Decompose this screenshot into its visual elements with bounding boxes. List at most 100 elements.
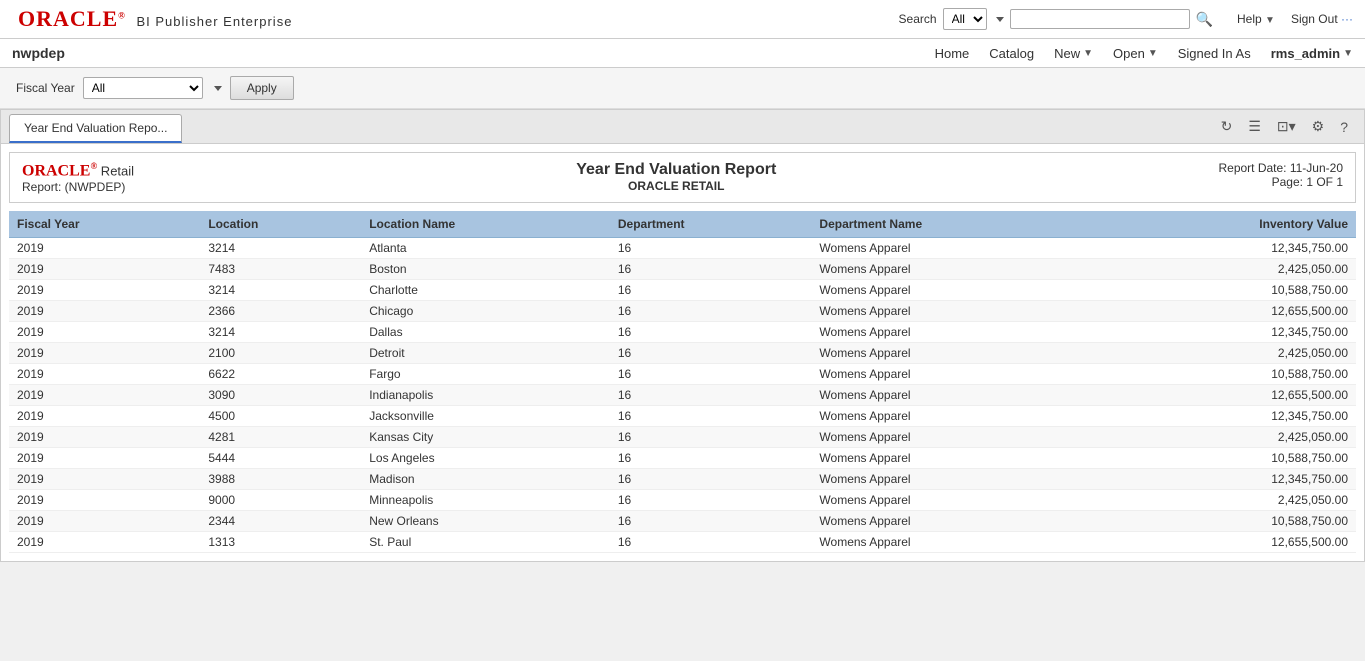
search-area: Search All 🔍 xyxy=(899,8,1213,30)
cell-fiscal-year: 2019 xyxy=(9,385,200,406)
help-link[interactable]: Help ▼ xyxy=(1237,12,1275,26)
table-row: 2019 6622 Fargo 16 Womens Apparel 10,588… xyxy=(9,364,1356,385)
table-body: 2019 3214 Atlanta 16 Womens Apparel 12,3… xyxy=(9,238,1356,553)
cell-department-name: Womens Apparel xyxy=(811,280,1100,301)
refresh-button[interactable]: ↻ xyxy=(1217,116,1237,137)
catalog-link[interactable]: Catalog xyxy=(989,46,1034,61)
col-fiscal-year: Fiscal Year xyxy=(9,211,200,238)
cell-inventory-value: 12,655,500.00 xyxy=(1101,385,1356,406)
table-header: Fiscal Year Location Location Name Depar… xyxy=(9,211,1356,238)
table-row: 2019 2344 New Orleans 16 Womens Apparel … xyxy=(9,511,1356,532)
cell-department: 16 xyxy=(610,448,812,469)
cell-inventory-value: 2,425,050.00 xyxy=(1101,490,1356,511)
filter-bar: Fiscal Year All 2019 2020 Apply xyxy=(0,68,1365,109)
cell-department-name: Womens Apparel xyxy=(811,238,1100,259)
cell-location: 3988 xyxy=(200,469,361,490)
tab-actions: ↻ ☰ ⊡▾ ⚙ ? xyxy=(1213,112,1356,141)
report-header-top: ORACLE® Retail Report: (NWPDEP) Year End… xyxy=(22,161,1343,194)
username-label: rms_admin xyxy=(1271,46,1340,61)
cell-location: 3214 xyxy=(200,280,361,301)
cell-location: 3090 xyxy=(200,385,361,406)
cell-location-name: Minneapolis xyxy=(361,490,610,511)
table-row: 2019 3214 Charlotte 16 Womens Apparel 10… xyxy=(9,280,1356,301)
cell-department-name: Womens Apparel xyxy=(811,427,1100,448)
cell-department: 16 xyxy=(610,238,812,259)
cell-location: 2344 xyxy=(200,511,361,532)
cell-department-name: Womens Apparel xyxy=(811,385,1100,406)
cell-fiscal-year: 2019 xyxy=(9,238,200,259)
cell-location-name: Jacksonville xyxy=(361,406,610,427)
cell-fiscal-year: 2019 xyxy=(9,322,200,343)
cell-department: 16 xyxy=(610,364,812,385)
report-page: Page: 1 OF 1 xyxy=(1218,175,1343,189)
table-row: 2019 3214 Dallas 16 Womens Apparel 12,34… xyxy=(9,322,1356,343)
cell-department: 16 xyxy=(610,406,812,427)
signed-in-label: Signed In As xyxy=(1178,46,1251,61)
search-scope-select[interactable]: All xyxy=(943,8,987,30)
cell-inventory-value: 10,588,750.00 xyxy=(1101,280,1356,301)
fiscal-year-dropdown-arrow xyxy=(211,81,222,95)
cell-location-name: Fargo xyxy=(361,364,610,385)
search-input[interactable] xyxy=(1010,9,1190,29)
cell-department-name: Womens Apparel xyxy=(811,448,1100,469)
open-dropdown[interactable]: Open ▼ xyxy=(1113,46,1158,61)
cell-inventory-value: 12,345,750.00 xyxy=(1101,469,1356,490)
tab-bar: Year End Valuation Repo... ↻ ☰ ⊡▾ ⚙ ? xyxy=(1,110,1364,144)
col-department: Department xyxy=(610,211,812,238)
cell-inventory-value: 2,425,050.00 xyxy=(1101,427,1356,448)
new-chevron-icon: ▼ xyxy=(1083,48,1093,59)
cell-department: 16 xyxy=(610,385,812,406)
cell-department-name: Womens Apparel xyxy=(811,511,1100,532)
user-dropdown[interactable]: rms_admin ▼ xyxy=(1271,46,1353,61)
fiscal-year-select[interactable]: All 2019 2020 xyxy=(83,77,203,99)
signout-link[interactable]: Sign Out ··· xyxy=(1291,12,1353,26)
cell-fiscal-year: 2019 xyxy=(9,532,200,553)
list-view-button[interactable]: ☰ xyxy=(1244,116,1265,137)
report-header: ORACLE® Retail Report: (NWPDEP) Year End… xyxy=(9,152,1356,203)
col-department-name: Department Name xyxy=(811,211,1100,238)
cell-department-name: Womens Apparel xyxy=(811,301,1100,322)
cell-department: 16 xyxy=(610,511,812,532)
user-chevron-icon: ▼ xyxy=(1343,48,1353,59)
search-button[interactable]: 🔍 xyxy=(1196,11,1213,28)
cell-location-name: Chicago xyxy=(361,301,610,322)
cell-department: 16 xyxy=(610,532,812,553)
cell-department: 16 xyxy=(610,343,812,364)
report-oracle-branding: ORACLE® Retail Report: (NWPDEP) xyxy=(22,161,134,194)
cell-inventory-value: 10,588,750.00 xyxy=(1101,364,1356,385)
report-subtitle: ORACLE RETAIL xyxy=(134,179,1218,193)
cell-fiscal-year: 2019 xyxy=(9,448,200,469)
cell-department: 16 xyxy=(610,259,812,280)
new-dropdown[interactable]: New ▼ xyxy=(1054,46,1093,61)
cell-department: 16 xyxy=(610,490,812,511)
cell-location: 9000 xyxy=(200,490,361,511)
cell-department-name: Womens Apparel xyxy=(811,406,1100,427)
table-row: 2019 9000 Minneapolis 16 Womens Apparel … xyxy=(9,490,1356,511)
table-row: 2019 5444 Los Angeles 16 Womens Apparel … xyxy=(9,448,1356,469)
top-navigation: ORACLE® BI Publisher Enterprise Search A… xyxy=(0,0,1365,39)
cell-inventory-value: 12,345,750.00 xyxy=(1101,322,1356,343)
cell-department-name: Womens Apparel xyxy=(811,364,1100,385)
home-link[interactable]: Home xyxy=(935,46,970,61)
export-button[interactable]: ⊡▾ xyxy=(1273,116,1300,137)
help-report-button[interactable]: ? xyxy=(1336,117,1352,137)
cell-department-name: Womens Apparel xyxy=(811,532,1100,553)
settings-button[interactable]: ⚙ xyxy=(1308,116,1329,137)
cell-inventory-value: 12,655,500.00 xyxy=(1101,532,1356,553)
cell-department: 16 xyxy=(610,427,812,448)
cell-fiscal-year: 2019 xyxy=(9,427,200,448)
cell-location: 6622 xyxy=(200,364,361,385)
cell-location: 3214 xyxy=(200,322,361,343)
cell-location: 2366 xyxy=(200,301,361,322)
brand-name: nwpdep xyxy=(12,45,65,61)
report-name-line: Report: (NWPDEP) xyxy=(22,180,134,194)
report-area: Year End Valuation Repo... ↻ ☰ ⊡▾ ⚙ ? OR… xyxy=(0,109,1365,562)
report-oracle-logo: ORACLE® Retail xyxy=(22,161,134,180)
cell-location-name: Charlotte xyxy=(361,280,610,301)
cell-fiscal-year: 2019 xyxy=(9,406,200,427)
apply-button[interactable]: Apply xyxy=(230,76,294,100)
table-row: 2019 1313 St. Paul 16 Womens Apparel 12,… xyxy=(9,532,1356,553)
cell-inventory-value: 12,345,750.00 xyxy=(1101,238,1356,259)
tab-year-end-valuation[interactable]: Year End Valuation Repo... xyxy=(9,114,182,143)
table-row: 2019 2366 Chicago 16 Womens Apparel 12,6… xyxy=(9,301,1356,322)
